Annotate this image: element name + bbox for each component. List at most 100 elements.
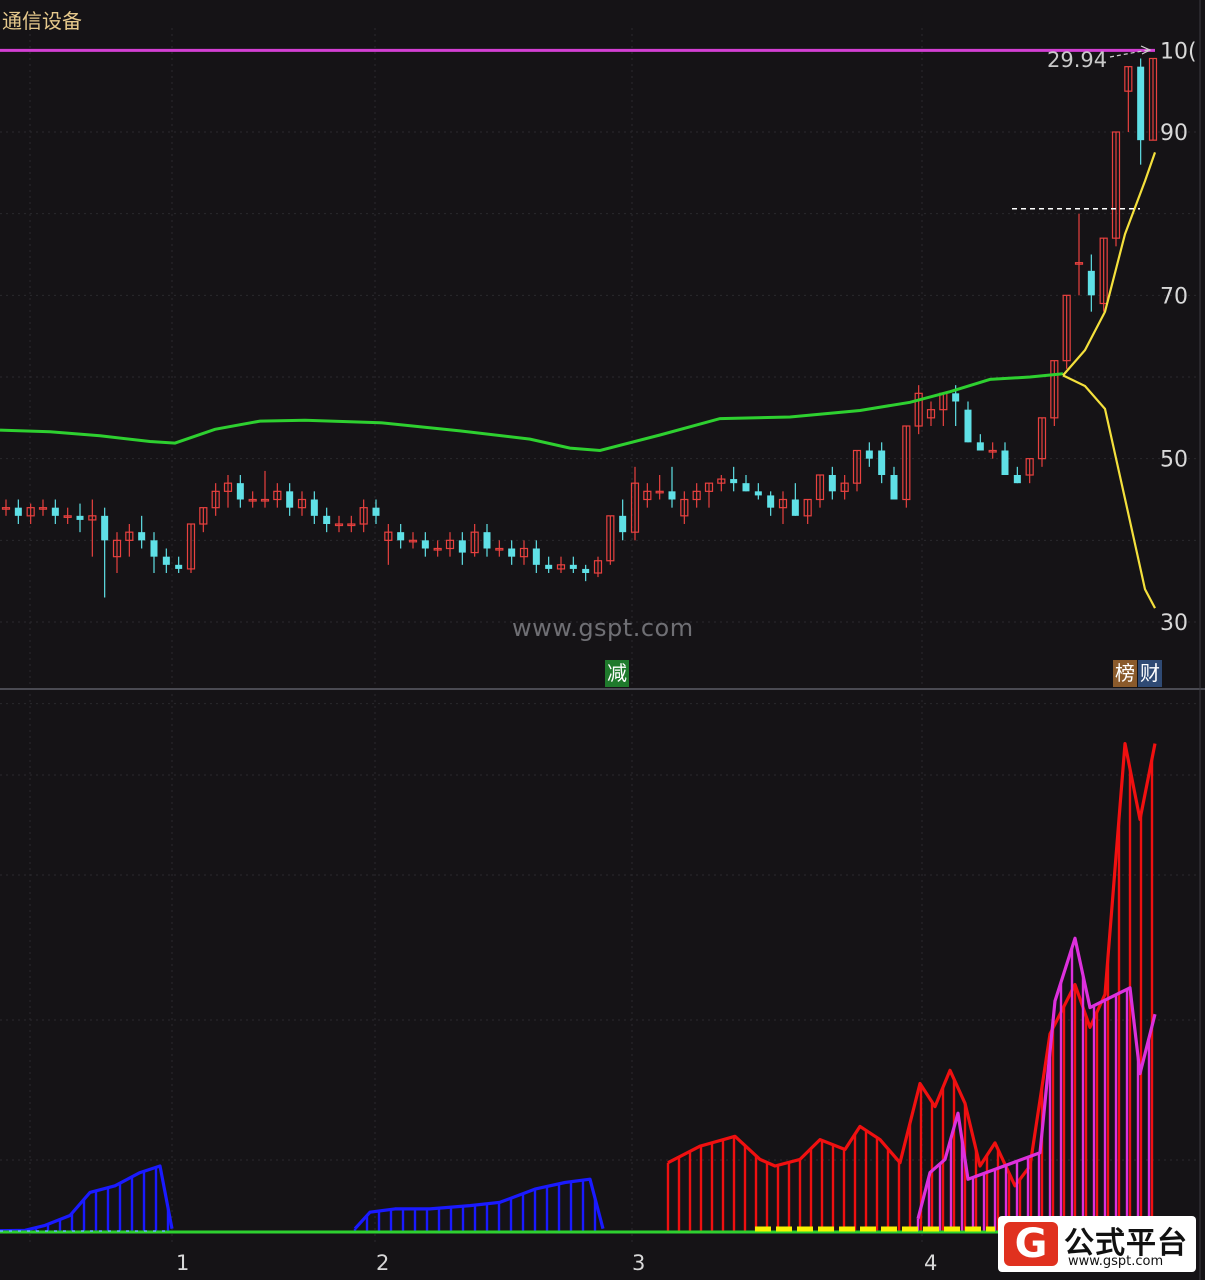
candle-body-down — [1137, 66, 1145, 141]
price-tick-label: 30 — [1160, 611, 1188, 636]
candle — [988, 442, 997, 459]
candle — [704, 482, 714, 508]
candle-body-down — [372, 507, 380, 516]
candle — [1074, 213, 1084, 296]
candle — [717, 475, 726, 492]
volume-blue-b — [353, 1177, 605, 1232]
candle — [236, 475, 244, 508]
logo-site: www.gspt.com — [1068, 1254, 1164, 1269]
candle — [865, 442, 873, 467]
candle-body-down — [286, 491, 294, 508]
candle — [1, 499, 11, 516]
logo-g-icon: G — [1004, 1222, 1058, 1266]
candle — [680, 491, 689, 524]
candle — [556, 556, 566, 573]
candle-body-down — [51, 507, 59, 516]
candle — [421, 532, 429, 557]
candle-body-down — [730, 479, 738, 484]
candle-body-down — [421, 540, 429, 549]
candle-body-down — [791, 499, 799, 516]
candle-body-down — [865, 450, 873, 459]
watermark: www.gspt.com — [512, 614, 694, 642]
candle — [926, 401, 936, 426]
volume-blue-b-outline — [353, 1177, 605, 1230]
candle — [803, 498, 812, 524]
candle — [655, 475, 664, 500]
candle — [1124, 66, 1133, 132]
x-tick-label: 4 — [924, 1251, 937, 1275]
candle — [1025, 458, 1034, 484]
candle-body-down — [14, 507, 22, 516]
candle — [38, 499, 48, 516]
annotation-label: 29.94 — [1047, 48, 1107, 72]
candle — [939, 392, 948, 426]
projection-lower-line — [1062, 374, 1156, 609]
marker-cai[interactable]: 财 — [1138, 660, 1162, 687]
candle — [1013, 466, 1021, 484]
candle — [347, 515, 356, 533]
candle — [767, 491, 775, 516]
candle-body-down — [101, 515, 109, 541]
candle — [458, 532, 466, 565]
candle — [88, 499, 97, 557]
candle — [297, 491, 307, 516]
candle-body-down — [76, 515, 84, 520]
candle — [1087, 254, 1095, 312]
volume-panel — [0, 742, 1160, 1234]
chart-title: 通信设备 — [2, 9, 82, 33]
marker-jian[interactable]: 减 — [605, 660, 629, 687]
candle-body-down — [545, 564, 553, 569]
candle — [138, 515, 146, 549]
candle-body-down — [828, 475, 836, 492]
candle — [569, 556, 577, 573]
candle — [483, 524, 491, 557]
candle — [668, 466, 676, 508]
marker-bang[interactable]: 榜 — [1113, 660, 1137, 687]
price-tick-label: 70 — [1160, 284, 1188, 309]
candle — [445, 532, 455, 557]
candle — [532, 540, 540, 573]
candle — [323, 507, 331, 533]
candle — [1037, 417, 1047, 467]
gspt-logo: G 公式平台 www.gspt.com — [998, 1216, 1196, 1272]
candle — [310, 491, 318, 524]
candle — [26, 503, 35, 524]
candle-body-down — [952, 393, 960, 402]
candle-body-down — [310, 499, 318, 516]
candle-body-down — [150, 540, 158, 557]
candle — [828, 466, 836, 500]
candle — [1099, 237, 1108, 312]
candle-body-down — [976, 442, 984, 451]
candle-body-down — [175, 564, 183, 569]
candle — [260, 470, 270, 508]
price-tick-label: 10( — [1160, 39, 1197, 64]
candle — [1050, 360, 1059, 426]
candle-body-down — [1013, 475, 1021, 484]
candle-body-down — [323, 515, 331, 524]
candle-body-down — [964, 409, 972, 443]
candle-body-down — [582, 568, 590, 573]
candle — [162, 548, 170, 573]
candle — [51, 499, 59, 524]
candle-body-down — [878, 450, 886, 475]
candle — [63, 507, 72, 524]
candle-body-down — [619, 515, 627, 533]
candle — [175, 556, 183, 573]
candle-body-down — [742, 483, 750, 492]
candle — [76, 503, 84, 533]
candle — [495, 540, 504, 557]
candle — [397, 524, 405, 549]
candle — [199, 507, 208, 533]
volume-blue-a — [0, 1164, 174, 1233]
candle — [730, 466, 738, 492]
candle — [619, 499, 627, 541]
candle — [211, 483, 220, 516]
candle-body-down — [508, 548, 516, 557]
candle — [582, 564, 590, 582]
x-tick-label: 2 — [376, 1251, 389, 1275]
candle-body-down — [754, 491, 762, 496]
x-tick-label: 1 — [176, 1251, 189, 1275]
candlestick-series — [1, 57, 1158, 598]
candle — [334, 515, 344, 533]
candle — [791, 483, 799, 516]
